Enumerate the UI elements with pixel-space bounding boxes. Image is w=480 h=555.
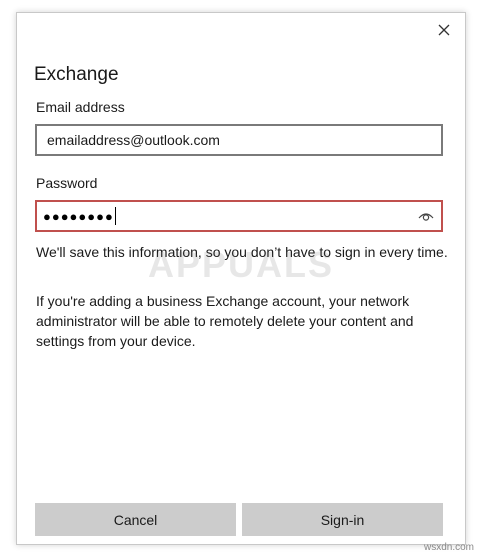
text-caret [114, 207, 116, 225]
close-icon [438, 24, 450, 36]
admin-warning-text: If you're adding a business Exchange acc… [36, 293, 414, 349]
email-field[interactable]: emailaddress@outlook.com [35, 124, 443, 156]
email-value: emailaddress@outlook.com [47, 132, 220, 148]
sign-in-button[interactable]: Sign-in [242, 503, 443, 536]
close-button[interactable] [433, 19, 455, 41]
site-watermark: wsxdn.com [423, 542, 474, 553]
save-info-text: We'll save this information, so you don’… [36, 244, 448, 260]
eye-icon [418, 213, 434, 221]
exchange-dialog: Exchange Email address emailaddress@outl… [16, 12, 466, 545]
reveal-password-button[interactable] [417, 207, 435, 225]
password-masked-value: ●●●●●●●● [43, 208, 114, 224]
cancel-button[interactable]: Cancel [35, 503, 236, 536]
password-label: Password [36, 175, 98, 191]
email-label: Email address [36, 99, 125, 115]
password-field[interactable]: ●●●●●●●● [35, 200, 443, 232]
dialog-title: Exchange [34, 64, 119, 85]
